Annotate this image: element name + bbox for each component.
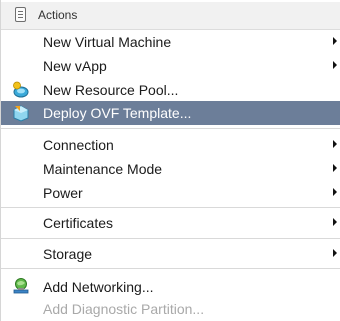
submenu-arrow-icon — [333, 188, 337, 196]
menu-item-deploy-ovf-template[interactable]: Deploy OVF Template... — [1, 101, 340, 125]
menu-item-label: Connection — [43, 137, 114, 153]
resource-pool-icon — [13, 81, 29, 98]
menu-item-label: Certificates — [43, 215, 114, 231]
menu-item-label: Storage — [43, 246, 93, 262]
submenu-arrow-icon — [333, 249, 337, 257]
menu-item-label: Add Diagnostic Partition... — [43, 301, 205, 317]
submenu-arrow-icon — [333, 61, 337, 69]
menu-item-connection[interactable]: Connection — [1, 133, 340, 157]
deploy-ovf-icon — [13, 105, 29, 122]
actions-context-menu: Actions New Virtual Machine New vApp New… — [0, 0, 340, 321]
menu-header: Actions — [1, 2, 340, 30]
clipboard-icon — [15, 7, 26, 22]
menu-item-add-diagnostic-partition: Add Diagnostic Partition... — [1, 297, 340, 321]
menu-item-power[interactable]: Power — [1, 181, 340, 205]
submenu-arrow-icon — [333, 37, 337, 45]
menu-item-label: New Virtual Machine — [43, 34, 172, 50]
menu-item-label: Power — [43, 185, 83, 201]
menu-item-certificates[interactable]: Certificates — [1, 211, 340, 235]
menu-item-label: New Resource Pool... — [43, 82, 179, 98]
submenu-arrow-icon — [333, 140, 337, 148]
menu-separator — [1, 268, 340, 269]
menu-item-label: Deploy OVF Template... — [43, 105, 192, 121]
menu-item-new-virtual-machine[interactable]: New Virtual Machine — [1, 30, 340, 54]
menu-title: Actions — [38, 8, 78, 22]
menu-item-add-networking[interactable]: Add Networking... — [1, 275, 340, 299]
submenu-arrow-icon — [333, 218, 337, 226]
menu-item-label: Maintenance Mode — [43, 161, 163, 177]
menu-item-label: New vApp — [43, 58, 107, 74]
submenu-arrow-icon — [333, 164, 337, 172]
menu-separator — [1, 238, 340, 239]
menu-item-label: Add Networking... — [43, 279, 154, 295]
menu-separator — [1, 207, 340, 208]
menu-item-new-vapp[interactable]: New vApp — [1, 54, 340, 78]
add-networking-icon — [13, 278, 29, 294]
menu-separator — [1, 128, 340, 129]
menu-item-storage[interactable]: Storage — [1, 242, 340, 266]
menu-item-maintenance-mode[interactable]: Maintenance Mode — [1, 157, 340, 181]
menu-item-new-resource-pool[interactable]: New Resource Pool... — [1, 78, 340, 102]
